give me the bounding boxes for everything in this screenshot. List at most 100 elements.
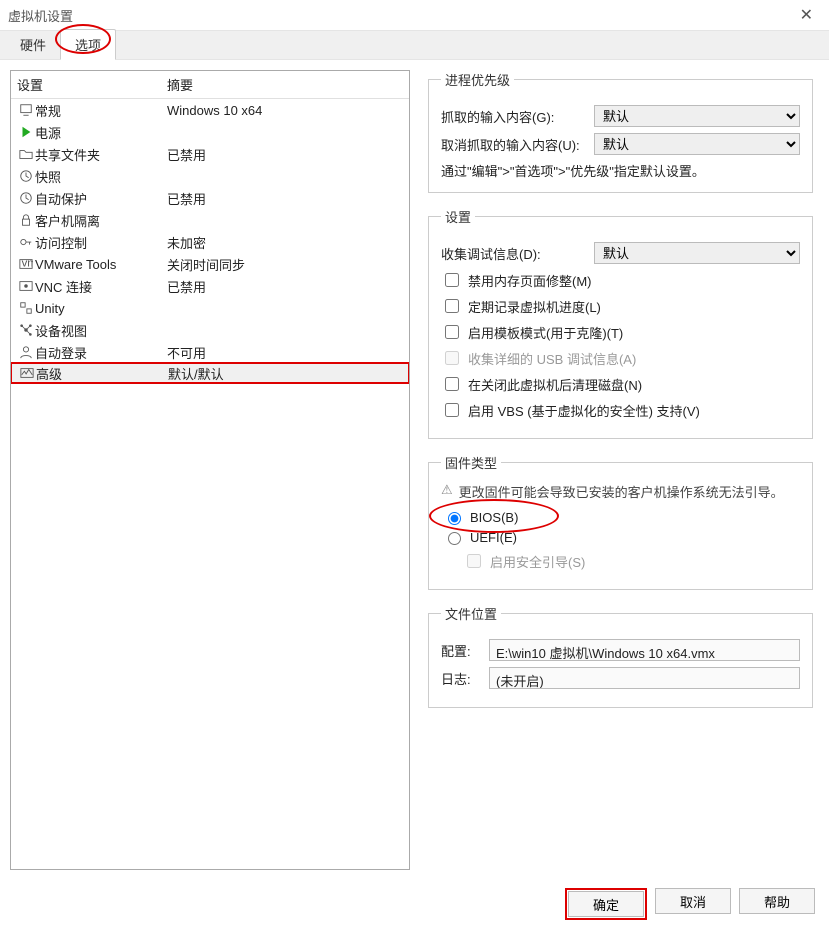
list-header: 设置 摘要: [11, 71, 409, 99]
svg-text:vm: vm: [22, 258, 33, 270]
settings-list: 设置 摘要 常规Windows 10 x64电源共享文件夹已禁用快照自动保护已禁…: [10, 70, 410, 870]
list-item[interactable]: VNC 连接已禁用: [11, 275, 409, 297]
list-item[interactable]: 高级默认/默认: [10, 362, 410, 384]
group-files: 文件位置 配置: E:\win10 虚拟机\Windows 10 x64.vmx…: [428, 604, 813, 708]
window-title: 虚拟机设置: [8, 6, 73, 25]
list-item[interactable]: 常规Windows 10 x64: [11, 99, 409, 121]
item-summary: 未加密: [167, 233, 403, 252]
list-item[interactable]: 共享文件夹已禁用: [11, 143, 409, 165]
vnc-icon: [17, 279, 35, 293]
tab-hardware[interactable]: 硬件: [6, 30, 60, 59]
list-item[interactable]: 访问控制未加密: [11, 231, 409, 253]
cb-template[interactable]: [445, 325, 459, 339]
item-label: 自动保护: [35, 189, 167, 208]
dialog-buttons: 确定 取消 帮助: [0, 880, 829, 932]
log-label: 日志:: [441, 669, 481, 688]
list-item[interactable]: Unity: [11, 297, 409, 319]
item-summary: Windows 10 x64: [167, 103, 403, 118]
select-ungrabbed[interactable]: 默认: [594, 133, 800, 155]
main-area: 设置 摘要 常规Windows 10 x64电源共享文件夹已禁用快照自动保护已禁…: [0, 60, 829, 880]
help-button[interactable]: 帮助: [739, 888, 815, 914]
priority-hint: 通过"编辑">"首选项">"优先级"指定默认设置。: [441, 161, 800, 180]
firmware-warning: 更改固件可能会导致已安装的客户机操作系统无法引导。: [459, 482, 784, 501]
cb-log[interactable]: [445, 299, 459, 313]
item-label: 常规: [35, 101, 167, 120]
legend-files: 文件位置: [441, 604, 501, 623]
lock-icon: [17, 213, 35, 227]
cb-usb-label: 收集详细的 USB 调试信息(A): [468, 349, 636, 368]
right-pane: 进程优先级 抓取的输入内容(G): 默认 取消抓取的输入内容(U): 默认 通过…: [428, 70, 819, 870]
legend-firmware: 固件类型: [441, 453, 501, 472]
item-label: VMware Tools: [35, 257, 167, 272]
group-firmware: 固件类型 ⚠ 更改固件可能会导致已安装的客户机操作系统无法引导。 BIOS(B)…: [428, 453, 813, 590]
item-summary: 默认/默认: [168, 364, 402, 383]
item-label: VNC 连接: [35, 277, 167, 296]
play-icon: [17, 125, 35, 139]
list-item[interactable]: 快照: [11, 165, 409, 187]
ok-button[interactable]: 确定: [568, 891, 644, 917]
cb-vbs-label: 启用 VBS (基于虚拟化的安全性) 支持(V): [468, 401, 700, 420]
item-summary: 不可用: [167, 343, 403, 362]
unity-icon: [17, 301, 35, 315]
list-item[interactable]: vmVMware Tools关闭时间同步: [11, 253, 409, 275]
radio-uefi[interactable]: [448, 532, 461, 545]
item-summary: 已禁用: [167, 189, 403, 208]
item-label: 共享文件夹: [35, 145, 167, 164]
keys-icon: [17, 235, 35, 249]
clock-icon: [17, 169, 35, 183]
cb-clean[interactable]: [445, 377, 459, 391]
col-setting: 设置: [17, 75, 167, 94]
folder-icon: [17, 147, 35, 161]
log-value: (未开启): [489, 667, 800, 689]
item-label: 访问控制: [35, 233, 167, 252]
item-summary: 已禁用: [167, 145, 403, 164]
radio-bios-label: BIOS(B): [470, 510, 518, 525]
item-summary: 关闭时间同步: [167, 255, 403, 274]
list-item[interactable]: 客户机隔离: [11, 209, 409, 231]
config-value: E:\win10 虚拟机\Windows 10 x64.vmx: [489, 639, 800, 661]
label-debug: 收集调试信息(D):: [441, 244, 586, 263]
item-label: 设备视图: [35, 321, 167, 340]
item-label: 电源: [35, 123, 167, 142]
list-item[interactable]: 自动保护已禁用: [11, 187, 409, 209]
item-label: 高级: [36, 364, 168, 383]
list-item[interactable]: 设备视图: [11, 319, 409, 341]
cb-template-label: 启用模板模式(用于克隆)(T): [468, 323, 623, 342]
tabs-row: 硬件 选项: [0, 30, 829, 60]
radio-bios[interactable]: [448, 512, 461, 525]
device-icon: [17, 323, 35, 337]
list-item[interactable]: 电源: [11, 121, 409, 143]
config-label: 配置:: [441, 641, 481, 660]
annotation-box: 确定: [565, 888, 647, 920]
tab-options[interactable]: 选项: [60, 29, 116, 60]
cb-secure-boot: [467, 554, 481, 568]
item-summary: 已禁用: [167, 277, 403, 296]
cancel-button[interactable]: 取消: [655, 888, 731, 914]
clock-icon: [17, 191, 35, 205]
cb-clean-label: 在关闭此虚拟机后清理磁盘(N): [468, 375, 642, 394]
legend-priority: 进程优先级: [441, 70, 514, 89]
close-icon[interactable]: ✕: [792, 1, 821, 29]
cb-log-label: 定期记录虚拟机进度(L): [468, 297, 601, 316]
cb-mem-label: 禁用内存页面修整(M): [468, 271, 592, 290]
legend-settings: 设置: [441, 207, 475, 226]
select-debug[interactable]: 默认: [594, 242, 800, 264]
col-summary: 摘要: [167, 75, 193, 94]
list-item[interactable]: 自动登录不可用: [11, 341, 409, 363]
group-priority: 进程优先级 抓取的输入内容(G): 默认 取消抓取的输入内容(U): 默认 通过…: [428, 70, 813, 193]
item-label: Unity: [35, 301, 167, 316]
cb-secure-boot-label: 启用安全引导(S): [490, 552, 585, 571]
cb-vbs[interactable]: [445, 403, 459, 417]
cb-usb: [445, 351, 459, 365]
cb-mem[interactable]: [445, 273, 459, 287]
left-pane: 设置 摘要 常规Windows 10 x64电源共享文件夹已禁用快照自动保护已禁…: [10, 70, 410, 870]
label-ungrabbed: 取消抓取的输入内容(U):: [441, 135, 586, 154]
select-grabbed[interactable]: 默认: [594, 105, 800, 127]
radio-uefi-label: UEFI(E): [470, 530, 517, 545]
monitor-icon: [17, 103, 35, 117]
group-settings: 设置 收集调试信息(D): 默认 禁用内存页面修整(M) 定期记录虚拟机进度(L…: [428, 207, 813, 439]
label-grabbed: 抓取的输入内容(G):: [441, 107, 586, 126]
title-bar: 虚拟机设置 ✕: [0, 0, 829, 30]
item-label: 客户机隔离: [35, 211, 167, 230]
item-label: 快照: [35, 167, 167, 186]
